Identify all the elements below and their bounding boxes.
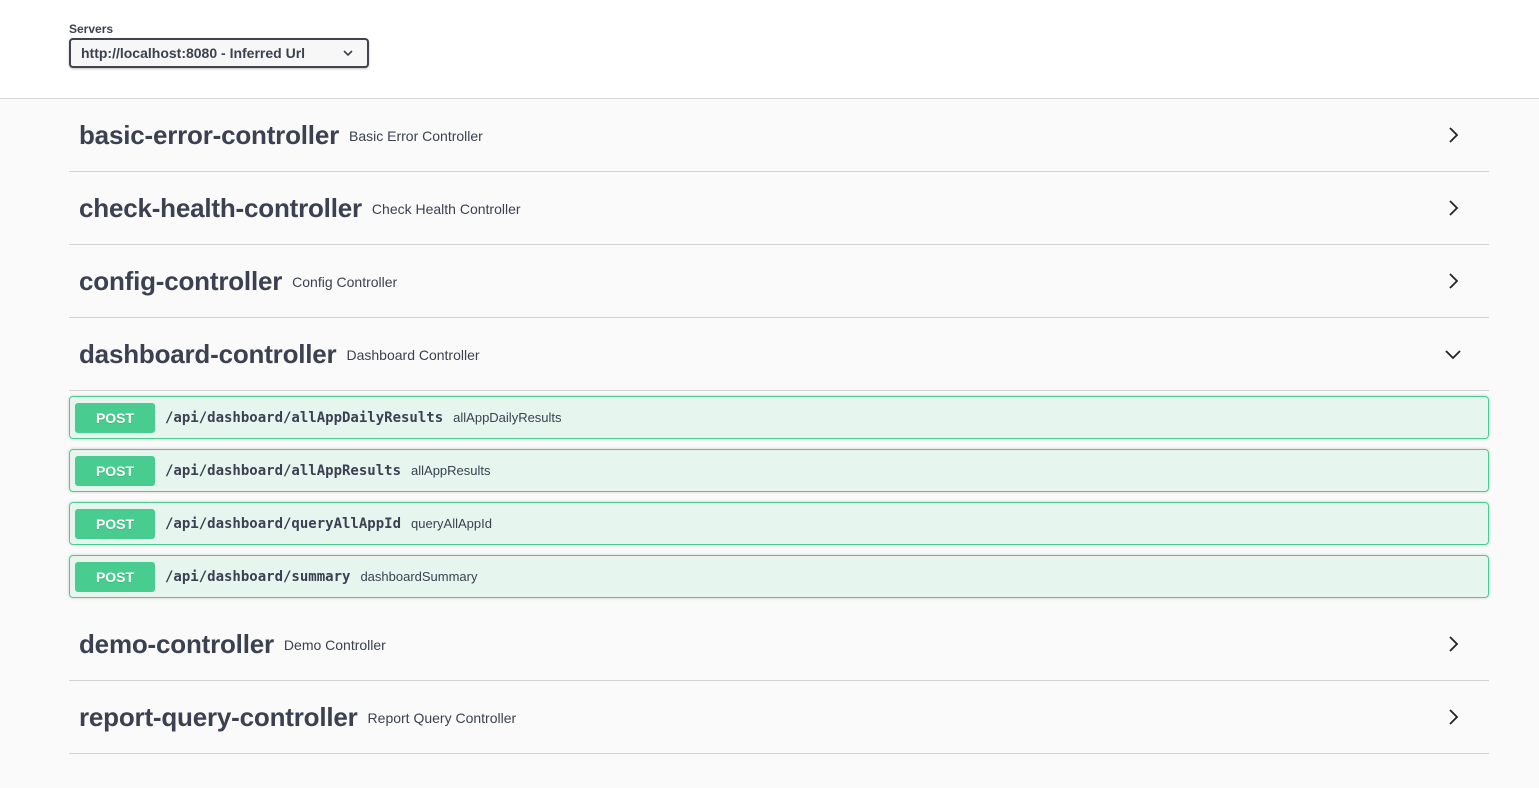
tag-description: Dashboard Controller	[346, 347, 480, 363]
operation-path: /api/dashboard/allAppDailyResults	[165, 409, 444, 426]
tag-description: Basic Error Controller	[349, 128, 483, 144]
tag-name: basic-error-controller	[79, 119, 340, 150]
tag-description: Report Query Controller	[367, 710, 517, 726]
operation-summary: dashboardSummary	[360, 569, 478, 584]
operation-summary: allAppResults	[411, 463, 491, 478]
tag-description: Check Health Controller	[371, 201, 521, 217]
dashboard-operations: POST /api/dashboard/allAppDailyResults a…	[69, 396, 1489, 598]
method-badge-post: POST	[75, 402, 155, 433]
chevron-down-icon[interactable]	[1443, 344, 1463, 364]
chevron-right-icon[interactable]	[1443, 271, 1463, 291]
tag-demo-controller[interactable]: demo-controller Demo Controller	[69, 608, 1489, 681]
chevron-right-icon[interactable]	[1443, 634, 1463, 654]
method-badge-post: POST	[75, 455, 155, 486]
chevron-down-icon	[343, 50, 353, 57]
servers-label: Servers	[69, 22, 114, 36]
tag-check-health-controller[interactable]: check-health-controller Check Health Con…	[69, 172, 1489, 245]
chevron-right-icon[interactable]	[1443, 125, 1463, 145]
tag-name: check-health-controller	[79, 192, 362, 223]
operation-post-allAppDailyResults[interactable]: POST /api/dashboard/allAppDailyResults a…	[69, 396, 1489, 439]
tag-description: Demo Controller	[283, 637, 386, 653]
method-badge-post: POST	[75, 508, 155, 539]
tag-dashboard-controller[interactable]: dashboard-controller Dashboard Controlle…	[69, 318, 1489, 391]
tag-report-query-controller[interactable]: report-query-controller Report Query Con…	[69, 681, 1489, 754]
operation-summary: allAppDailyResults	[453, 410, 562, 425]
chevron-right-icon[interactable]	[1443, 198, 1463, 218]
server-select-value: http://localhost:8080 - Inferred Url	[81, 45, 306, 61]
operation-path: /api/dashboard/allAppResults	[165, 462, 402, 479]
tag-name: demo-controller	[79, 628, 274, 659]
api-tags-list: basic-error-controller Basic Error Contr…	[69, 99, 1489, 754]
operation-summary: queryAllAppId	[411, 516, 492, 531]
operation-post-summary[interactable]: POST /api/dashboard/summary dashboardSum…	[69, 555, 1489, 598]
tag-name: report-query-controller	[79, 701, 358, 732]
tag-name: dashboard-controller	[79, 338, 337, 369]
server-select[interactable]: http://localhost:8080 - Inferred Url	[69, 38, 369, 68]
chevron-right-icon[interactable]	[1443, 707, 1463, 727]
operation-path: /api/dashboard/summary	[165, 568, 351, 585]
servers-bar: Servers http://localhost:8080 - Inferred…	[0, 0, 1539, 99]
operation-post-queryAllAppId[interactable]: POST /api/dashboard/queryAllAppId queryA…	[69, 502, 1489, 545]
operation-path: /api/dashboard/queryAllAppId	[165, 515, 402, 532]
tag-description: Config Controller	[292, 274, 398, 290]
operation-post-allAppResults[interactable]: POST /api/dashboard/allAppResults allApp…	[69, 449, 1489, 492]
tag-config-controller[interactable]: config-controller Config Controller	[69, 245, 1489, 318]
tag-name: config-controller	[79, 265, 283, 296]
method-badge-post: POST	[75, 561, 155, 592]
tag-basic-error-controller[interactable]: basic-error-controller Basic Error Contr…	[69, 99, 1489, 172]
